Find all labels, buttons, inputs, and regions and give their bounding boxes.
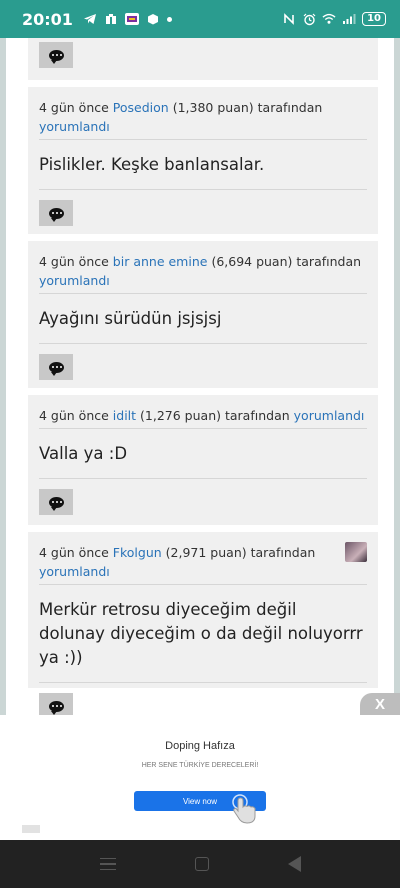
box-icon (146, 12, 160, 26)
comment-card: 4 gün önce Posedion (1,380 puan) tarafın… (28, 87, 378, 234)
comment-text: Valla ya :D (39, 429, 367, 479)
telegram-icon (83, 12, 97, 26)
speech-bubble-icon (48, 207, 64, 222)
reply-button[interactable] (39, 489, 73, 515)
wifi-icon (322, 12, 336, 26)
comment-card: 4 gün önce bir anne emine (6,694 puan) t… (28, 241, 378, 388)
status-time: 20:01 (22, 9, 73, 29)
speech-bubble-icon (48, 49, 64, 64)
reply-button[interactable] (39, 354, 73, 380)
ad-info-icon[interactable] (22, 825, 40, 833)
comments-page[interactable]: 4 gün önce Posedion (1,380 puan) tarafın… (0, 38, 400, 715)
comment-meta: 4 gün önce Fkolgun (2,971 puan) tarafınd… (39, 532, 367, 585)
comment-action-link[interactable]: yorumlandı (39, 273, 110, 288)
comment-points: (1,380 puan) (172, 100, 254, 115)
notification-dot (166, 16, 172, 22)
home-icon[interactable] (194, 857, 209, 871)
ad-title: Doping Hafıza (165, 740, 235, 752)
pointing-hand-icon (230, 793, 264, 825)
system-nav-bar (0, 840, 400, 888)
comment-meta: 4 gün önce idilt (1,276 puan) tarafından… (39, 395, 367, 429)
recent-apps-icon[interactable] (99, 858, 116, 870)
comment-by: tarafından (224, 408, 290, 423)
ad-close-button[interactable]: X (360, 693, 400, 715)
comment-action-link[interactable]: yorumlandı (294, 408, 365, 423)
previous-comment-card (28, 38, 378, 80)
signal-icon (342, 12, 356, 26)
app-icon-2 (104, 12, 118, 26)
comment-meta: 4 gün önce Posedion (1,380 puan) tarafın… (39, 87, 367, 140)
speech-bubble-icon (48, 361, 64, 376)
comment-time: 4 gün önce (39, 408, 109, 423)
comment-text: Ayağını sürüdün jsjsjsj (39, 294, 367, 344)
speech-bubble-icon (48, 700, 64, 715)
alarm-icon (302, 12, 316, 26)
ad-banner[interactable]: X Doping Hafıza HER SENE TÜRKİYE DERECEL… (0, 693, 400, 840)
comment-action-link[interactable]: yorumlandı (39, 119, 110, 134)
comment-text: Merkür retrosu diyeceğim değil dolunay d… (39, 585, 367, 683)
back-icon[interactable] (287, 856, 301, 872)
comment-author-link[interactable]: bir anne emine (113, 254, 208, 269)
app-icon-3 (124, 12, 139, 26)
avatar[interactable] (345, 542, 367, 562)
comment-points: (2,971 puan) (165, 545, 247, 560)
comment-author-link[interactable]: Posedion (113, 100, 169, 115)
reply-button[interactable] (39, 693, 73, 715)
comment-points: (1,276 puan) (140, 408, 221, 423)
reply-button[interactable] (39, 42, 73, 68)
ad-subtitle: HER SENE TÜRKİYE DERECELERİ! (141, 762, 259, 769)
comment-action-link[interactable]: yorumlandı (39, 564, 110, 579)
comment-card: 4 gün önce idilt (1,276 puan) tarafından… (28, 395, 378, 525)
comment-time: 4 gün önce (39, 545, 109, 560)
comment-by: tarafından (250, 545, 316, 560)
comment-by: tarafından (257, 100, 323, 115)
comment-text: Pislikler. Keşke banlansalar. (39, 140, 367, 190)
battery-icon: 10 (362, 12, 386, 26)
reply-button[interactable] (39, 200, 73, 226)
comment-author-link[interactable]: Fkolgun (113, 545, 162, 560)
speech-bubble-icon (48, 496, 64, 511)
comment-by: tarafından (296, 254, 362, 269)
comment-time: 4 gün önce (39, 100, 109, 115)
comment-meta: 4 gün önce bir anne emine (6,694 puan) t… (39, 241, 367, 294)
nfc-icon (282, 12, 296, 26)
comment-points: (6,694 puan) (211, 254, 293, 269)
comment-time: 4 gün önce (39, 254, 109, 269)
comment-card: 4 gün önce Fkolgun (2,971 puan) tarafınd… (28, 532, 378, 715)
status-bar: 20:01 10 (0, 0, 400, 38)
comment-author-link[interactable]: idilt (113, 408, 136, 423)
